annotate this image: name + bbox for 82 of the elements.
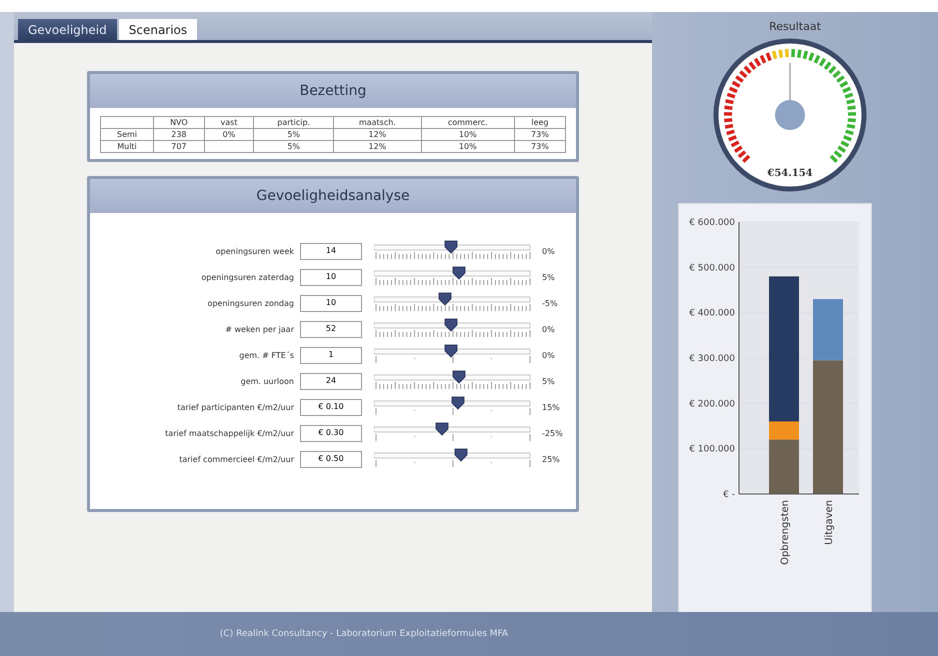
field-label: openingsuren zondag (206, 298, 294, 308)
slider[interactable] (374, 241, 532, 261)
field-label: gem. uurloon (240, 376, 294, 386)
axis-label: € 300.000 (689, 354, 735, 364)
slider[interactable] (374, 449, 532, 469)
slider[interactable] (374, 397, 532, 417)
table-cell: Semi (100, 128, 154, 140)
percent-reading: 5% (542, 272, 555, 282)
percent-reading: 5% (542, 376, 555, 386)
slider-thumb[interactable] (444, 344, 458, 358)
table-header: maatsch. (334, 116, 422, 128)
slider[interactable] (374, 423, 532, 443)
table-cell: 12% (334, 128, 422, 140)
axis-label: Opbrengsten (780, 500, 791, 565)
table-header: particip. (254, 116, 334, 128)
percent-reading: 0% (542, 350, 555, 360)
footer-text: (C) Realink Consultancy - Laboratorium Exploitatieformules MFA (220, 629, 508, 639)
tab[interactable]: Scenarios (118, 19, 198, 40)
slider[interactable] (374, 293, 532, 313)
table-cell: 10% (421, 140, 514, 152)
table-cell (204, 140, 254, 152)
slider-thumb[interactable] (438, 292, 452, 306)
percent-reading: 0% (542, 246, 555, 256)
percent-reading: 0% (542, 324, 555, 334)
input-field[interactable]: 10 (300, 268, 362, 286)
slider-thumb[interactable] (434, 422, 449, 436)
slider[interactable] (374, 371, 532, 391)
slider[interactable] (374, 267, 532, 287)
table-cell: 0% (204, 128, 254, 140)
table-cell: 73% (514, 140, 566, 152)
input-field[interactable]: 14 (300, 242, 362, 260)
input-field[interactable]: € 0.30 (300, 424, 362, 442)
table-header: NVO (154, 116, 204, 128)
field-label: tarief participanten €/m2/uur (176, 402, 294, 412)
percent-reading: -25% (542, 428, 563, 438)
field-label: gem. # FTE´s (238, 350, 294, 360)
table-cell: 5% (254, 128, 334, 140)
axis-label: € 100.000 (689, 444, 735, 455)
table-cell: 10% (421, 128, 514, 140)
input-field[interactable]: 1 (300, 346, 362, 364)
percent-reading: 15% (542, 402, 560, 412)
input-field[interactable]: 10 (300, 294, 362, 312)
table-cell: 5% (254, 140, 334, 152)
input-field[interactable]: € 0.50 (300, 450, 362, 468)
card-title: Gevoeligheidsanalyse (90, 179, 576, 213)
card-title: Bezetting (90, 74, 576, 108)
axis-label: € - (723, 490, 735, 500)
slider-thumb[interactable] (454, 448, 468, 462)
slider-thumb[interactable] (444, 240, 458, 254)
slider-thumb[interactable] (452, 266, 466, 280)
axis-label: € 600.000 (689, 218, 735, 228)
axis-label: € 400.000 (689, 308, 735, 319)
percent-reading: -5% (542, 298, 558, 308)
slider[interactable] (374, 319, 532, 339)
tab[interactable]: Gevoeligheid (18, 19, 117, 40)
field-label: openingsuren week (214, 246, 294, 256)
percent-reading: 25% (542, 454, 560, 464)
field-label: tarief maatschappelijk €/m2/uur (164, 428, 294, 438)
result-value: €54.154 (766, 168, 814, 179)
axis-label: € 500.000 (689, 263, 735, 274)
table-cell: 12% (334, 140, 422, 152)
input-field[interactable]: 52 (300, 320, 362, 338)
table-header (100, 116, 154, 128)
gauge-title: Resultaat (769, 20, 821, 33)
table-cell: Multi (100, 140, 154, 152)
table-cell: 73% (514, 128, 566, 140)
field-label: # weken per jaar (224, 324, 294, 334)
axis-label: € 200.000 (689, 399, 735, 410)
slider-thumb[interactable] (444, 318, 458, 332)
table-header: vast (204, 116, 254, 128)
table-header: commerc. (421, 116, 514, 128)
input-field[interactable]: 24 (300, 372, 362, 390)
slider-thumb[interactable] (452, 370, 466, 384)
slider-thumb[interactable] (450, 396, 465, 410)
input-field[interactable]: € 0.10 (300, 398, 362, 416)
axis-label: Uitgaven (824, 500, 835, 545)
table-cell: 707 (154, 140, 204, 152)
slider[interactable] (374, 345, 532, 365)
field-label: tarief commercieel €/m2/uur (178, 454, 294, 464)
table-header: leeg (514, 116, 566, 128)
field-label: openingsuren zaterdag (200, 272, 294, 282)
table-cell: 238 (154, 128, 204, 140)
